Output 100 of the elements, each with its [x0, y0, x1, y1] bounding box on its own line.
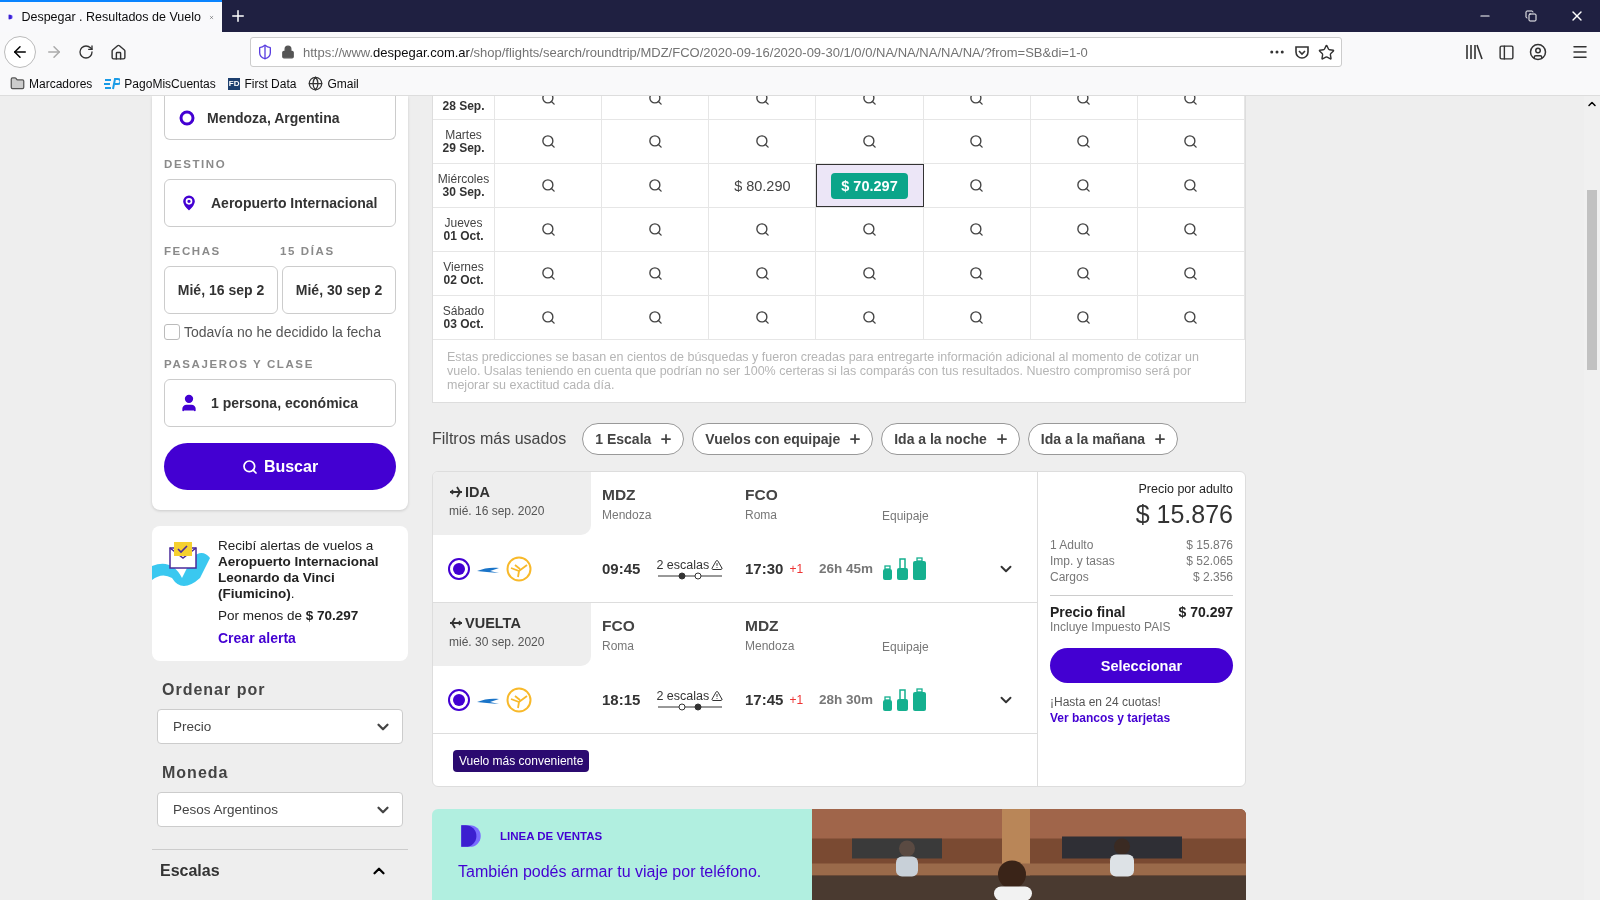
shield-icon[interactable] — [257, 44, 273, 60]
currency-select[interactable]: Pesos Argentinos — [157, 792, 403, 827]
search-icon — [647, 310, 663, 325]
field-label: PASAJEROS Y CLASE — [164, 358, 315, 370]
filter-chip[interactable]: Ida a la noche — [881, 423, 1020, 455]
day-name: Sábado — [442, 304, 485, 318]
search-icon — [754, 222, 770, 237]
bookmark-link[interactable]: Marcadores — [10, 76, 93, 91]
search-icon — [647, 134, 663, 149]
bookmark-logo-icon: FD — [227, 77, 241, 90]
duration: 26h 45m — [819, 561, 874, 576]
search-icon — [862, 134, 877, 149]
search-icon — [1183, 178, 1199, 193]
leg-direction: VUELTA — [465, 615, 521, 631]
create-alert-link[interactable]: Crear alerta — [218, 630, 394, 646]
date-field[interactable]: Mié, 16 sep 2 — [164, 266, 278, 314]
bookmark-link[interactable]: FD First Data — [227, 76, 297, 91]
search-icon — [1183, 134, 1199, 149]
leg-direction: IDA — [465, 484, 490, 500]
plane-icon — [449, 617, 463, 629]
search-icon — [862, 266, 877, 281]
search-icon — [241, 458, 258, 475]
disclaimer-text: Estas predicciones se basan en cientos de búsquedas y fueron creadas para entregarte información adicional al momento de cotizar un vuelo. Usalas teniendo en cuenta que podrían no ser 100% certeras si las comparás con tus resultados. Nuestro compromiso será por mejorar su exactitud cada día. — [446, 349, 1200, 394]
back-button[interactable] — [4, 36, 36, 68]
breakdown-value: $ 15.876 — [1186, 537, 1233, 553]
city-name: Roma — [602, 639, 635, 653]
search-icon — [1183, 266, 1199, 281]
search-icon — [540, 178, 556, 193]
duration: 28h 30m — [819, 692, 874, 707]
forward-arrow-icon — [45, 43, 63, 61]
search-icon — [647, 178, 663, 193]
stops-line-icon — [657, 702, 722, 711]
star-icon[interactable] — [1318, 43, 1335, 61]
plane-icon — [449, 486, 463, 498]
day-offset: +1 — [789, 561, 804, 576]
city-name: Roma — [745, 508, 778, 522]
city-name: Mendoza — [745, 639, 796, 653]
field-label: DESTINO — [164, 158, 228, 170]
search-icon — [862, 310, 877, 325]
lock-icon[interactable] — [281, 45, 295, 59]
date-field[interactable]: Mié, 30 sep 2 — [282, 266, 396, 314]
alert-text: Recibí alertas de vuelos a Aeropuerto Internacional Leonardo da Vinci (Fiumicino). — [218, 538, 380, 602]
select-button[interactable]: Seleccionar — [1050, 648, 1233, 683]
leg-date: mié. 16 sep. 2020 — [449, 504, 546, 518]
passengers-field[interactable]: 1 persona, económica — [164, 379, 396, 427]
destination-field[interactable]: Aeropuerto Internacional — [164, 179, 396, 227]
filter-chip[interactable]: 1 Escala — [582, 423, 685, 455]
field-label: 15 DÍAS — [280, 245, 335, 257]
search-icon — [969, 310, 985, 325]
origin-field[interactable]: Mendoza, Argentina — [164, 96, 396, 140]
radio-button[interactable] — [448, 688, 470, 711]
alert-price: Por menos de $ 70.297 — [218, 608, 360, 624]
luggage-icon — [882, 556, 928, 581]
bookmark-link[interactable]: Gmail — [308, 76, 359, 91]
breakdown-label: 1 Adulto — [1050, 537, 1094, 553]
final-price-value: $ 70.297 — [1178, 604, 1233, 620]
address-bar[interactable]: https://www.despegar.com.ar/shop/flights/search/roundtrip/MDZ/FCO/2020-09-16/2020-09-30/1/0/0/NA/NA/NA/NA/NA/?from=SB&di=1-0 — [250, 37, 1342, 67]
banks-link[interactable]: Ver bancos y tarjetas — [1050, 711, 1233, 725]
search-icon — [1183, 96, 1199, 106]
search-icon — [1076, 178, 1092, 193]
search-button[interactable]: Buscar — [164, 443, 396, 490]
plus-icon — [229, 7, 247, 25]
plus-icon — [659, 432, 674, 446]
filter-chip[interactable]: Vuelos con equipaje — [692, 423, 874, 455]
logo-icon — [458, 823, 484, 849]
search-icon — [969, 178, 985, 193]
browser-tab[interactable]: Despegar . Resultados de Vuelo — [0, 0, 222, 32]
search-icon — [969, 222, 985, 237]
pocket-icon[interactable] — [1294, 44, 1310, 60]
sort-select[interactable]: Precio — [157, 709, 403, 744]
search-icon — [862, 222, 877, 237]
filter-chip[interactable]: Ida a la mañana — [1027, 423, 1179, 455]
search-icon — [1183, 222, 1199, 237]
pin-icon — [179, 193, 199, 213]
installments-text: ¡Hasta en 24 cuotas! — [1050, 695, 1162, 709]
search-icon — [754, 266, 770, 281]
luggage-icon — [882, 687, 928, 712]
section-title: Moneda — [162, 764, 230, 782]
scroll-thumb[interactable] — [1587, 190, 1597, 370]
day-name: Jueves — [444, 216, 483, 230]
bookmark-link[interactable]: PagoMisCuentas — [104, 76, 216, 91]
tax-note: Incluye Impuesto PAIS — [1050, 620, 1172, 634]
final-price-label: Precio final — [1050, 604, 1126, 620]
checkbox[interactable] — [164, 324, 180, 340]
plus-icon — [848, 432, 863, 446]
city-name: Mendoza — [602, 508, 653, 522]
recommendation-badge: Vuelo más conveniente — [453, 750, 590, 772]
day-date: 02 Oct. — [443, 273, 484, 287]
search-icon — [1076, 310, 1092, 325]
banner-text: También podés armar tu viaje por teléfono. — [458, 863, 763, 881]
airport-code: FCO — [745, 486, 779, 504]
best-price-tag: $ 70.297 — [831, 172, 908, 199]
plus-icon — [994, 432, 1009, 446]
radio-button[interactable] — [448, 557, 470, 580]
banner-title: LINEA DE VENTAS — [500, 830, 603, 842]
stops-text: 2 escalas — [656, 688, 724, 703]
checkbox-label[interactable]: Todavía no he decidido la fecha — [164, 324, 396, 340]
search-icon — [540, 134, 556, 149]
search-icon — [1076, 96, 1092, 106]
search-icon — [754, 134, 770, 149]
